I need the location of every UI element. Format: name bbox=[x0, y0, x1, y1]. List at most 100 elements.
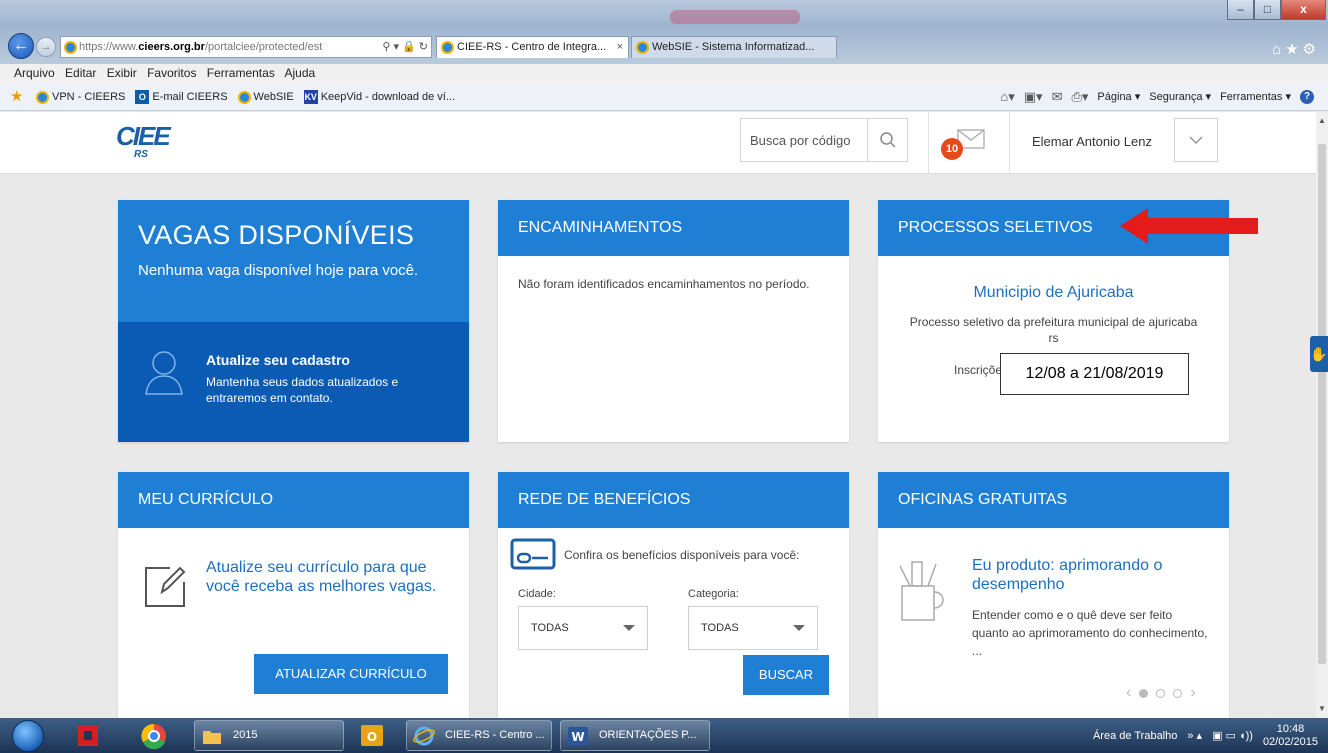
oficina-item-description: Entender como e o quê deve ser feito qua… bbox=[972, 608, 1208, 658]
city-label: Cidade: bbox=[518, 588, 556, 600]
start-button[interactable] bbox=[12, 720, 44, 752]
update-profile-text: Mantenha seus dados atualizados e entrar… bbox=[206, 375, 399, 405]
category-label: Categoria: bbox=[688, 588, 739, 600]
card-encaminhamentos: ENCAMINHAMENTOS Não foram identificados … bbox=[498, 200, 849, 442]
outlook-taskbar-icon[interactable]: O bbox=[358, 721, 386, 750]
scroll-up-icon[interactable]: ▲ bbox=[1318, 116, 1326, 125]
dropdown-caret-icon bbox=[793, 625, 805, 631]
browser-titlebar: – □ x ← → https://www.cieers.org.br/port… bbox=[0, 0, 1328, 64]
carousel-next-icon[interactable]: › bbox=[1190, 684, 1195, 702]
maximize-button[interactable]: □ bbox=[1254, 0, 1281, 20]
fav-keepvid[interactable]: KV KeepVid - download de ví... bbox=[303, 83, 455, 111]
address-bar[interactable]: https://www.cieers.org.br/portalciee/pro… bbox=[60, 36, 432, 58]
ie-icon bbox=[413, 726, 435, 746]
carousel-prev-icon[interactable]: ‹ bbox=[1126, 684, 1131, 702]
page-scrollbar[interactable]: ▲ ▼ bbox=[1316, 112, 1328, 718]
mail-read-icon[interactable]: ✉ bbox=[1052, 83, 1063, 111]
security-menu[interactable]: Segurança ▾ bbox=[1149, 83, 1211, 111]
menu-bar: Arquivo Editar Exibir Favoritos Ferramen… bbox=[0, 64, 1328, 83]
window-controls: – □ x bbox=[1227, 0, 1326, 20]
system-clock[interactable]: 10:48 02/02/2015 bbox=[1263, 723, 1318, 749]
fav-email[interactable]: O E-mail CIEERS bbox=[135, 83, 228, 111]
accessibility-hand-icon[interactable]: ✋ bbox=[1310, 336, 1328, 372]
menu-editar[interactable]: Editar bbox=[65, 66, 96, 80]
curriculo-text[interactable]: Atualize seu currículo para que você rec… bbox=[206, 558, 446, 596]
tab-ciee[interactable]: CIEE-RS - Centro de Integra... × bbox=[436, 36, 629, 58]
command-bar: ⌂▾ ▣▾ ✉ ⎙▾ Página ▾ Segurança ▾ Ferramen… bbox=[1000, 83, 1314, 111]
rede-title: REDE DE BENEFÍCIOS bbox=[498, 472, 849, 528]
red-app-icon[interactable] bbox=[74, 721, 102, 750]
edit-pencil-icon bbox=[145, 566, 186, 607]
page-menu[interactable]: Página ▾ bbox=[1097, 83, 1140, 111]
search-benefits-button[interactable]: BUSCAR bbox=[743, 655, 829, 695]
tools-menu[interactable]: Ferramentas ▾ bbox=[1220, 83, 1291, 111]
ciee-logo[interactable]: CIEE RS bbox=[116, 122, 171, 160]
chevron-down-icon bbox=[1189, 136, 1203, 145]
fav-websie[interactable]: WebSIE bbox=[237, 83, 294, 111]
favorites-star-icon[interactable]: ★ bbox=[10, 89, 23, 105]
code-search: Busca por código bbox=[740, 118, 908, 162]
card-oficinas-gratuitas: OFICINAS GRATUITAS Eu produto: aprimoran… bbox=[878, 472, 1229, 718]
search-icon bbox=[879, 132, 896, 148]
ie-tab-icon bbox=[441, 41, 454, 54]
fav-vpn[interactable]: VPN - CIEERS bbox=[36, 83, 125, 111]
carousel-dot[interactable] bbox=[1139, 688, 1149, 698]
menu-ajuda[interactable]: Ajuda bbox=[285, 66, 316, 80]
desktop-toolbar-label[interactable]: Área de Trabalho bbox=[1093, 730, 1177, 742]
carousel-dot[interactable] bbox=[1156, 688, 1166, 698]
tab-websie[interactable]: WebSIE - Sistema Informatizad... bbox=[631, 36, 837, 58]
folder-icon bbox=[203, 731, 221, 744]
feeds-icon[interactable]: ▣▾ bbox=[1024, 83, 1043, 111]
processo-item-title[interactable]: Municipio de Ajuricaba bbox=[878, 284, 1229, 302]
svg-text:O: O bbox=[367, 730, 377, 744]
ie-fav-icon bbox=[237, 90, 251, 104]
menu-favoritos[interactable]: Favoritos bbox=[147, 66, 196, 80]
oficinas-title: OFICINAS GRATUITAS bbox=[878, 472, 1229, 528]
search-button[interactable] bbox=[867, 119, 907, 161]
scrollbar-thumb[interactable] bbox=[1318, 144, 1326, 664]
forward-button[interactable]: → bbox=[36, 37, 56, 57]
city-select[interactable]: TODAS bbox=[518, 606, 648, 650]
search-input[interactable]: Busca por código bbox=[741, 133, 867, 148]
update-cv-button[interactable]: ATUALIZAR CURRÍCULO bbox=[254, 654, 448, 694]
print-icon[interactable]: ⎙▾ bbox=[1071, 83, 1088, 111]
favorites-bar: ★ VPN - CIEERS O E-mail CIEERS WebSIE KV K… bbox=[0, 83, 1328, 111]
encaminhamentos-title: ENCAMINHAMENTOS bbox=[498, 200, 849, 256]
update-profile-panel[interactable]: Atualize seu cadastro Mantenha seus dado… bbox=[118, 322, 469, 442]
home-icon[interactable]: ⌂▾ bbox=[1000, 83, 1014, 111]
oficina-item-title[interactable]: Eu produto: aprimorando o desempenho bbox=[972, 556, 1212, 594]
user-name[interactable]: Elemar Antonio Lenz bbox=[1032, 134, 1152, 149]
curriculo-title: MEU CURRÍCULO bbox=[118, 472, 469, 528]
messages-button[interactable]: 10 bbox=[928, 112, 1010, 173]
user-menu-toggle[interactable] bbox=[1174, 118, 1218, 162]
address-tools-icons[interactable]: ⚲ ▾ 🔒 ↻ bbox=[378, 37, 428, 57]
carousel-dot[interactable] bbox=[1173, 688, 1183, 698]
help-icon[interactable]: ? bbox=[1300, 90, 1314, 104]
menu-ferramentas[interactable]: Ferramentas bbox=[207, 66, 275, 80]
menu-arquivo[interactable]: Arquivo bbox=[14, 66, 55, 80]
close-button[interactable]: x bbox=[1281, 0, 1326, 20]
category-select[interactable]: TODAS bbox=[688, 606, 818, 650]
tray-status-icons[interactable]: ▣ ▭ ◖)) bbox=[1212, 729, 1253, 742]
dropdown-caret-icon bbox=[623, 625, 635, 631]
ie-page-icon bbox=[64, 41, 77, 54]
carousel-controls: ‹ › bbox=[1126, 684, 1196, 702]
chrome-icon[interactable] bbox=[140, 721, 168, 750]
taskbar-ie-ciee[interactable]: CIEE-RS - Centro ... bbox=[406, 720, 552, 751]
home-favorites-settings-icons[interactable]: ⌂★⚙ bbox=[1272, 40, 1320, 58]
pencil-cup-icon bbox=[899, 561, 944, 621]
ie-fav-icon bbox=[36, 90, 49, 104]
windows-taskbar: 2015 O CIEE-RS - Centro ... W ORIENTAÇÕE… bbox=[0, 718, 1328, 753]
back-button[interactable]: ← bbox=[8, 33, 34, 59]
tray-overflow-icon[interactable]: » ▴ bbox=[1187, 729, 1202, 742]
vagas-title: VAGAS DISPONÍVEIS bbox=[138, 220, 415, 250]
inscricoes-dates-box: 12/08 a 21/08/2019 bbox=[1000, 353, 1189, 395]
scroll-down-icon[interactable]: ▼ bbox=[1318, 704, 1326, 713]
tab-close-icon[interactable]: × bbox=[617, 37, 623, 57]
minimize-button[interactable]: – bbox=[1227, 0, 1254, 20]
vagas-subtitle: Nenhuma vaga disponível hoje para você. bbox=[138, 262, 419, 279]
title-glow bbox=[670, 10, 800, 24]
menu-exibir[interactable]: Exibir bbox=[107, 66, 137, 80]
taskbar-word-doc[interactable]: W ORIENTAÇÕES P... bbox=[560, 720, 710, 751]
taskbar-folder-2015[interactable]: 2015 bbox=[194, 720, 344, 751]
